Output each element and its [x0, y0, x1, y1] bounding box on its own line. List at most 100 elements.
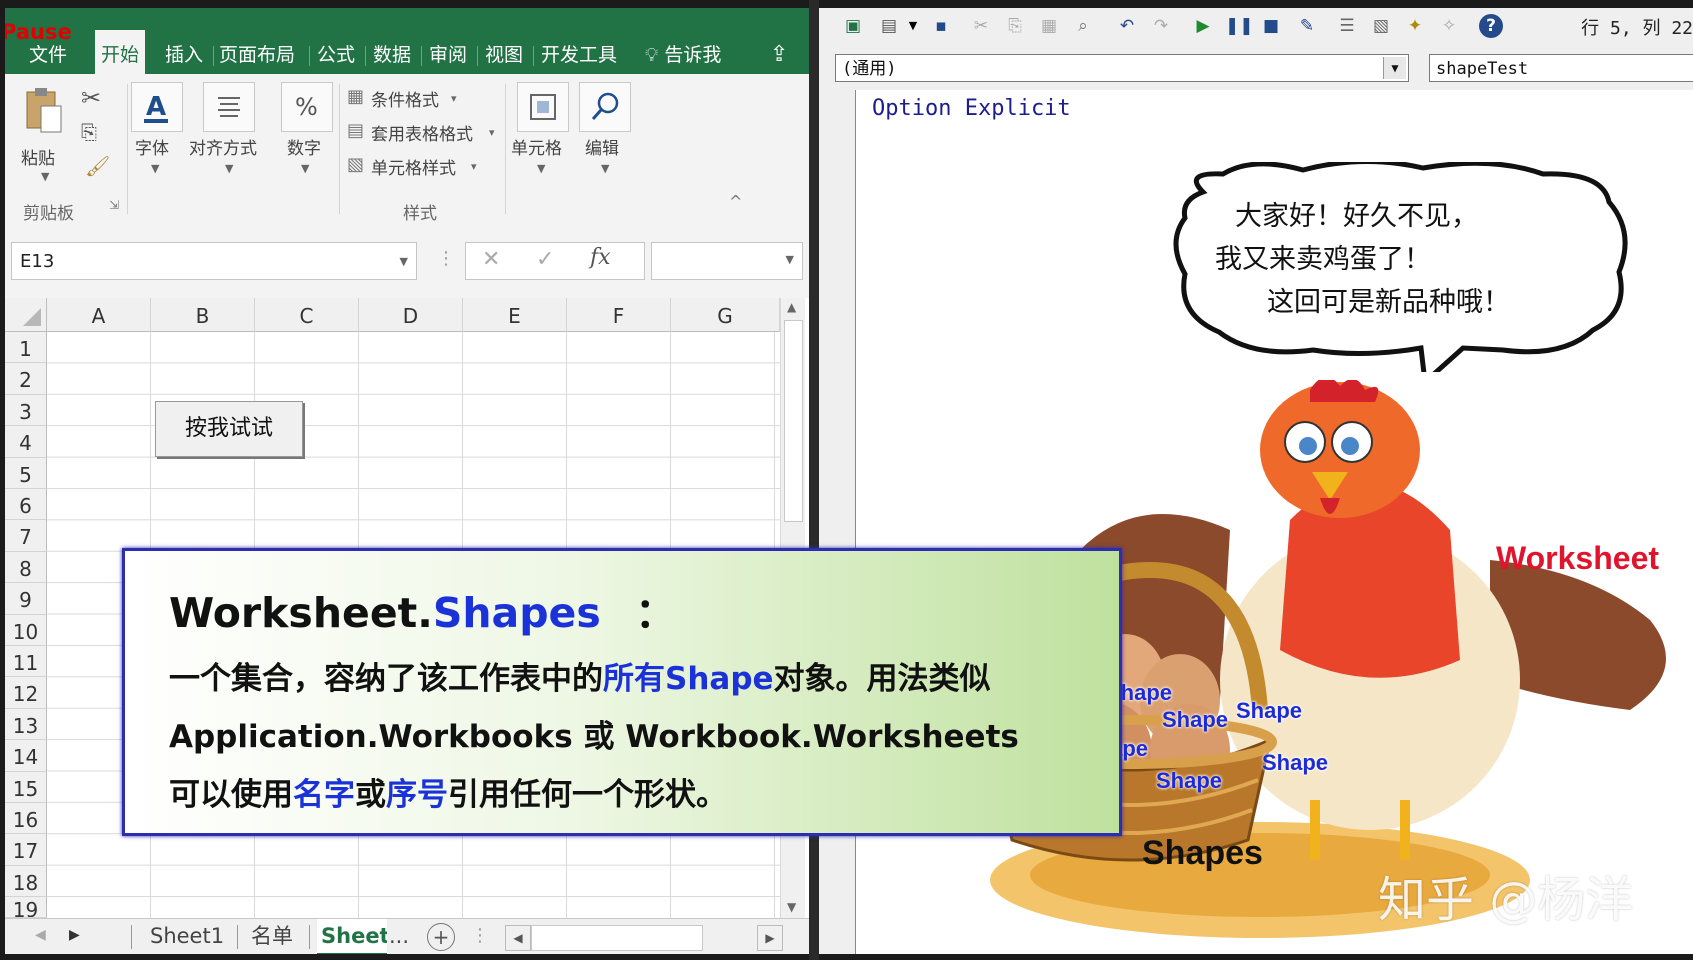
row-header[interactable]: 10 [5, 614, 47, 646]
chevron-down-icon[interactable]: ▼ [151, 162, 159, 175]
tab-page-layout[interactable]: 页面布局 [219, 36, 295, 74]
row-header[interactable]: 13 [5, 708, 47, 741]
drag-handle-icon[interactable]: ⋮ [471, 925, 489, 946]
sheet-tab-sheet1[interactable]: Sheet1 [150, 919, 224, 953]
drag-handle-icon[interactable]: ⋮ [437, 248, 455, 269]
chevron-down-icon[interactable]: ▼ [225, 162, 233, 175]
scroll-left-icon[interactable]: ◀ [505, 925, 531, 951]
chevron-down-icon[interactable]: ▼ [41, 170, 49, 183]
copy-icon[interactable]: ⎘ [81, 120, 97, 144]
row-header[interactable]: 15 [5, 771, 47, 803]
tab-view[interactable]: 视图 [485, 36, 523, 74]
paste-button[interactable]: 粘贴 [21, 144, 55, 169]
run-icon[interactable]: ▶ [1191, 14, 1215, 38]
cells-icon[interactable] [517, 82, 569, 132]
paste-icon[interactable]: ▦ [1037, 14, 1061, 38]
chevron-down-icon[interactable]: ▾ [489, 126, 495, 139]
object-browser-icon[interactable]: ✦ [1403, 14, 1427, 38]
row-header[interactable]: 5 [5, 457, 47, 489]
help-icon[interactable]: ? [1479, 14, 1503, 38]
toolbox-icon[interactable]: ✧ [1437, 14, 1461, 38]
procedure-dropdown[interactable]: shapeTest [1429, 54, 1693, 82]
add-sheet-icon[interactable]: + [427, 923, 455, 951]
row-header[interactable]: 19 [5, 897, 47, 918]
row-header[interactable]: 9 [5, 583, 47, 615]
name-box[interactable]: E13 ▼ [11, 242, 417, 280]
project-explorer-icon[interactable]: ☰ [1335, 14, 1359, 38]
code-line[interactable]: Option Explicit [872, 96, 1071, 121]
row-header[interactable]: 16 [5, 803, 47, 835]
row-header[interactable]: 8 [5, 551, 47, 584]
object-dropdown[interactable]: (通用) ▼ [835, 54, 1409, 82]
column-header[interactable]: G [671, 298, 780, 332]
row-header[interactable]: 2 [5, 363, 47, 395]
column-header[interactable]: F [567, 298, 671, 332]
tab-data[interactable]: 数据 [373, 36, 411, 74]
formula-input[interactable]: ▼ [651, 242, 803, 280]
row-header[interactable]: 18 [5, 865, 47, 898]
excel-icon[interactable]: ▣ [841, 14, 865, 38]
insert-module-icon[interactable]: ▤ [877, 14, 901, 38]
reset-icon[interactable]: ■ [1259, 14, 1283, 38]
dialog-launcher-icon[interactable]: ⇲ [109, 198, 119, 212]
sheet-tab-roster[interactable]: 名单 [251, 919, 293, 953]
row-header[interactable]: 11 [5, 646, 47, 678]
chevron-down-icon[interactable]: ▾ [451, 92, 457, 105]
column-header[interactable]: A [47, 298, 151, 332]
design-mode-icon[interactable]: ✎ [1295, 14, 1319, 38]
next-sheet-icon[interactable]: ▶ [69, 927, 80, 943]
magnifier-icon[interactable] [579, 82, 631, 132]
alignment-button[interactable]: 对齐方式 [189, 134, 257, 159]
prev-sheet-icon[interactable]: ◀ [35, 927, 46, 943]
save-icon[interactable]: ▪ [929, 14, 953, 38]
row-header[interactable]: 7 [5, 520, 47, 552]
conditional-format-icon[interactable]: ▦ [347, 86, 364, 107]
row-header[interactable]: 4 [5, 426, 47, 458]
chevron-down-icon[interactable]: ▼ [901, 14, 925, 38]
row-header[interactable]: 12 [5, 677, 47, 709]
conditional-format-button[interactable]: 条件格式 [371, 86, 439, 111]
scroll-down-icon[interactable]: ▼ [787, 900, 796, 914]
chevron-down-icon[interactable]: ▼ [537, 162, 545, 175]
check-icon[interactable]: ✓ [536, 247, 554, 272]
share-icon[interactable]: ⇪ [770, 36, 788, 74]
column-header[interactable]: D [359, 298, 463, 332]
column-header[interactable]: E [463, 298, 567, 332]
chevron-down-icon[interactable]: ▼ [301, 162, 309, 175]
collapse-ribbon-icon[interactable]: ^ [729, 192, 742, 211]
chevron-down-icon[interactable]: ▾ [471, 160, 477, 173]
scrollbar-thumb[interactable] [784, 320, 803, 522]
row-header[interactable]: 14 [5, 740, 47, 772]
editing-button[interactable]: 编辑 [585, 134, 619, 159]
cancel-icon[interactable]: ✕ [482, 247, 500, 272]
column-header[interactable]: C [255, 298, 359, 332]
row-header[interactable]: 3 [5, 394, 47, 427]
percent-icon[interactable]: % [281, 82, 333, 132]
font-icon[interactable]: A [131, 82, 183, 132]
properties-icon[interactable]: ▧ [1369, 14, 1393, 38]
sheet-tab-active[interactable]: Sheet [317, 919, 387, 954]
find-icon[interactable]: ⌕ [1071, 14, 1095, 38]
format-painter-icon[interactable]: 🖌︎ [85, 154, 110, 178]
chevron-down-icon[interactable]: ▼ [601, 162, 609, 175]
tab-formulas[interactable]: 公式 [317, 36, 355, 74]
more-sheets-button[interactable]: ... [389, 919, 409, 953]
row-header[interactable]: 17 [5, 834, 47, 866]
break-icon[interactable]: ❚❚ [1225, 14, 1254, 38]
copy-icon[interactable]: ⎘ [1003, 14, 1027, 38]
undo-icon[interactable]: ↶ [1115, 14, 1139, 38]
fx-icon[interactable]: fx [590, 245, 611, 270]
cut-icon[interactable]: ✂ [969, 14, 993, 38]
font-button[interactable]: 字体 [135, 134, 169, 159]
table-format-button[interactable]: 套用表格格式 [371, 120, 473, 145]
tell-me-box[interactable]: 💡︎ 告诉我 [645, 36, 721, 74]
number-button[interactable]: 数字 [287, 134, 321, 159]
align-icon[interactable] [203, 82, 255, 132]
tab-review[interactable]: 审阅 [429, 36, 467, 74]
chevron-down-icon[interactable]: ▼ [400, 243, 408, 281]
chevron-down-icon[interactable]: ▼ [1383, 57, 1406, 79]
tab-insert[interactable]: 插入 [165, 36, 203, 74]
tab-developer[interactable]: 开发工具 [541, 36, 617, 74]
tab-home[interactable]: 开始 [95, 30, 146, 74]
try-me-button[interactable]: 按我试试 [155, 401, 303, 457]
